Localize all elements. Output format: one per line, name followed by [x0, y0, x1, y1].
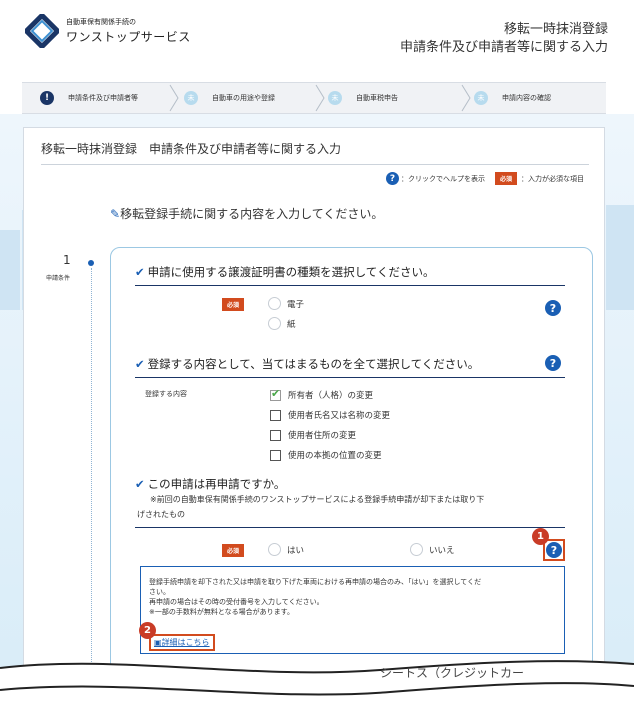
chevron-right-icon: [461, 84, 471, 112]
help-line: 再申請の場合はその時の受付番号を入力してください。: [149, 598, 324, 606]
q2-heading: ✔ 登録する内容として、当てはまるものを全て選択してください。: [135, 356, 479, 372]
q3-heading-text: この申請は再申請ですか。: [147, 477, 286, 491]
section-lead: ✎移転登録手続に関する内容を入力してください。: [110, 205, 383, 222]
q1-underline: [135, 285, 565, 286]
detail-link[interactable]: ▣詳細はこちら: [149, 634, 215, 651]
logo-subtitle: 自動車保有関係手続の: [66, 18, 136, 26]
q2-checkbox-base-location[interactable]: [270, 450, 281, 461]
q2-label-base-location: 使用の本拠の位置の変更: [288, 451, 382, 461]
q3-note-line1: ※前回の自動車保有関係手続のワンストップサービスによる登録手続申請が却下または取…: [150, 495, 485, 504]
callout-marker-1: 1: [532, 528, 549, 545]
q1-label-electronic: 電子: [287, 300, 305, 310]
divider: [41, 164, 589, 165]
q1-radio-electronic[interactable]: [268, 297, 281, 310]
q2-label-user-name: 使用者氏名又は名称の変更: [288, 411, 391, 421]
page-title-line1: 移転一時抹消登録: [503, 22, 608, 37]
q2-checkbox-user-name[interactable]: [270, 410, 281, 421]
q1-label-paper: 紙: [287, 320, 296, 330]
required-badge: 必須: [494, 172, 517, 185]
check-icon: ✔: [135, 357, 145, 371]
edit-icon: ✎: [110, 207, 121, 221]
external-link-icon: ▣: [154, 638, 162, 647]
alert-icon: !: [40, 91, 54, 105]
q2-help-icon[interactable]: ?: [545, 355, 561, 371]
step-4: 未 申請内容の確認: [474, 83, 551, 113]
torn-edge: [0, 660, 634, 711]
callout-marker-2: 2: [139, 622, 156, 639]
q2-field-label: 登録する内容: [145, 390, 187, 398]
q1-radio-paper[interactable]: [268, 317, 281, 330]
q3-help-icon[interactable]: ?: [546, 542, 562, 558]
help-icon: ?: [385, 172, 399, 185]
pending-icon: 未: [328, 91, 342, 105]
q3-note-line2: げされたもの: [137, 510, 185, 519]
chevron-right-icon: [315, 84, 325, 112]
help-line: さい。: [149, 588, 170, 596]
pending-icon: 未: [184, 91, 198, 105]
q2-checkbox-owner[interactable]: [270, 387, 281, 401]
q2-label-owner: 所有者（人格）の変更: [288, 391, 374, 401]
q2-heading-text: 登録する内容として、当てはまるものを全て選択してください。: [147, 357, 480, 371]
side-step-number: 1: [63, 253, 71, 267]
step-2: 未 自動車の用途や登録: [184, 83, 275, 113]
section-lead-text: 移転登録手続に関する内容を入力してください。: [120, 207, 384, 221]
logo-title: ワンストップサービス: [66, 30, 191, 44]
step-3: 未 自動車税申告: [328, 83, 398, 113]
side-step-label: 申請条件: [46, 275, 71, 282]
q3-required-badge: 必須: [222, 544, 245, 557]
cut-off-text: シートス（クレジットカー: [380, 666, 525, 678]
q1-heading-text: 申請に使用する譲渡証明書の種類を選択してください。: [147, 265, 435, 279]
detail-link-text: 詳細はこちら: [161, 638, 210, 647]
help-line: ※一部の手数料が無料となる場合があります。: [149, 608, 294, 616]
legend-help-text: ：クリックでヘルプを表示: [400, 174, 485, 183]
q3-label-no: いいえ: [429, 546, 455, 556]
q2-checkbox-user-address[interactable]: [270, 430, 281, 441]
help-popup: 登録手続申請を却下された又は申請を取り下げた車両における再申請の場合のみ、「はい…: [140, 566, 565, 654]
legend-required-text: ：入力が必須な項目: [521, 174, 584, 183]
step-1-label: 申請条件及び申請者等: [68, 94, 138, 102]
q1-help-icon[interactable]: ?: [545, 300, 561, 316]
step-3-label: 自動車税申告: [356, 94, 398, 102]
header: 自動車保有関係手続の ワンストップサービス 移転一時抹消登録 申請条件及び申請者…: [0, 0, 634, 82]
q2-label-user-address: 使用者住所の変更: [288, 431, 357, 441]
panel-title: 移転一時抹消登録 申請条件及び申請者等に関する入力: [41, 142, 342, 156]
page-title-line2: 申請条件及び申請者等に関する入力: [399, 40, 608, 55]
check-icon: ✔: [135, 477, 145, 491]
check-icon: ✔: [135, 265, 145, 279]
side-step-dot: [88, 260, 94, 266]
chevron-right-icon: [169, 84, 179, 112]
help-line: 登録手続申請を却下された又は申請を取り下げた車両における再申請の場合のみ、「はい…: [149, 578, 482, 586]
q3-radio-no[interactable]: [410, 543, 423, 556]
help-text: 登録手続申請を却下された又は申請を取り下げた車両における再申請の場合のみ、「はい…: [149, 577, 559, 617]
q1-required-badge: 必須: [222, 298, 245, 311]
step-4-label: 申請内容の確認: [502, 94, 551, 102]
q3-radio-yes[interactable]: [268, 543, 281, 556]
q1-heading: ✔ 申請に使用する譲渡証明書の種類を選択してください。: [135, 264, 434, 280]
q2-underline: [135, 377, 565, 378]
pending-icon: 未: [474, 91, 488, 105]
q3-underline: [135, 527, 565, 528]
side-step-line: [91, 268, 92, 688]
q3-label-yes: はい: [287, 546, 305, 556]
legend: ? ：クリックでヘルプを表示 必須 ：入力が必須な項目: [385, 172, 584, 185]
q3-heading: ✔ この申請は再申請ですか。: [135, 476, 285, 492]
oss-logo-icon: [25, 14, 59, 48]
step-1: ! 申請条件及び申請者等: [40, 83, 138, 113]
step-2-label: 自動車の用途や登録: [212, 94, 275, 102]
step-progress-bar: ! 申請条件及び申請者等 未 自動車の用途や登録 未 自動車税申告 未 申請内容…: [22, 82, 606, 114]
